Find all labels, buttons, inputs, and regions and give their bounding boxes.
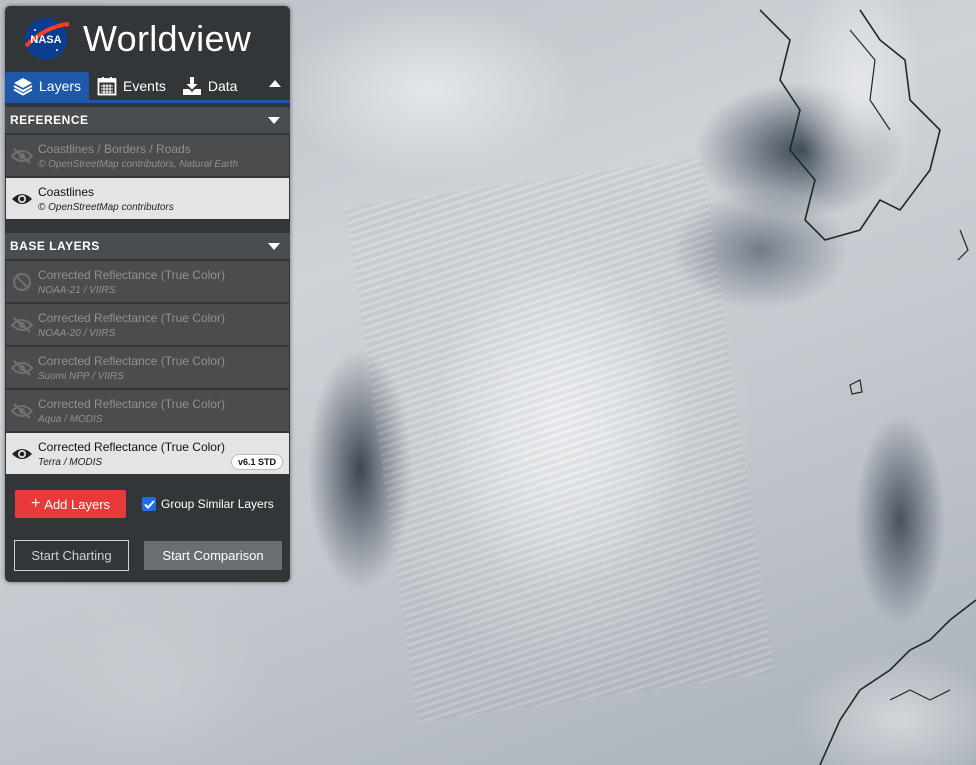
layer-source: © OpenStreetMap contributors (38, 201, 174, 213)
collapse-panel-icon[interactable] (268, 78, 282, 88)
tab-layers-label: Layers (39, 78, 82, 94)
layer-name: Corrected Reflectance (True Color) (38, 310, 225, 325)
layer-name: Corrected Reflectance (True Color) (38, 353, 225, 368)
nasa-logo-icon[interactable]: NASA (21, 16, 71, 62)
layer-name: Corrected Reflectance (True Color) (38, 267, 225, 282)
checkmark-icon (143, 499, 155, 509)
layer-name: Coastlines (38, 184, 95, 199)
layer-name: Corrected Reflectance (True Color) (38, 439, 225, 454)
eye-slash-icon[interactable] (11, 147, 33, 164)
tab-data[interactable]: Data (174, 72, 246, 100)
start-comparison-button[interactable]: Start Comparison (144, 541, 282, 570)
add-layers-button[interactable]: + Add Layers (15, 490, 126, 518)
section-reference-title: REFERENCE (10, 113, 89, 127)
layer-aqua-modis[interactable]: Corrected Reflectance (True Color) Aqua … (6, 390, 289, 431)
layer-noaa21-viirs[interactable]: Corrected Reflectance (True Color) NOAA-… (6, 261, 289, 302)
section-base-title: BASE LAYERS (10, 239, 100, 253)
chevron-down-icon (268, 243, 280, 250)
layer-noaa20-viirs[interactable]: Corrected Reflectance (True Color) NOAA-… (6, 304, 289, 345)
version-badge: v6.1 STD (230, 454, 283, 470)
group-similar-label: Group Similar Layers (161, 497, 274, 511)
download-icon (182, 77, 201, 95)
start-charting-button[interactable]: Start Charting (14, 540, 129, 571)
calendar-icon (97, 77, 117, 96)
layer-coastlines-borders-roads[interactable]: Coastlines / Borders / Roads © OpenStree… (6, 135, 289, 176)
tab-layers[interactable]: Layers (5, 72, 90, 100)
svg-text:NASA: NASA (30, 34, 61, 46)
tab-data-label: Data (207, 78, 238, 94)
layers-icon (13, 78, 33, 96)
layer-source: NOAA-20 / VIIRS (38, 327, 116, 339)
app-header: NASA Worldview (5, 6, 290, 72)
eye-slash-icon[interactable] (11, 359, 33, 376)
layer-name: Corrected Reflectance (True Color) (38, 396, 225, 411)
group-similar-checkbox[interactable] (142, 497, 156, 511)
eye-slash-icon[interactable] (11, 402, 33, 419)
layer-terra-modis[interactable]: Corrected Reflectance (True Color) Terra… (6, 433, 289, 474)
group-similar-layers-toggle[interactable]: Group Similar Layers (142, 497, 274, 511)
layer-source: © OpenStreetMap contributors, Natural Ea… (38, 158, 239, 170)
chevron-down-icon (268, 117, 280, 124)
layer-source: Aqua / MODIS (38, 413, 103, 425)
layer-suomi-npp-viirs[interactable]: Corrected Reflectance (True Color) Suomi… (6, 347, 289, 388)
tab-events-label: Events (123, 78, 166, 94)
section-reference[interactable]: REFERENCE (5, 107, 290, 133)
panel-footer: Start Charting Start Comparison (5, 518, 290, 571)
eye-icon[interactable] (11, 446, 33, 462)
tab-bar: Layers Events Data (5, 72, 290, 103)
tab-events[interactable]: Events (89, 72, 174, 100)
layer-source: NOAA-21 / VIIRS (38, 284, 116, 296)
eye-icon[interactable] (11, 191, 33, 207)
layer-source: Terra / MODIS (38, 456, 103, 468)
unavailable-icon[interactable] (12, 272, 32, 292)
eye-slash-icon[interactable] (11, 316, 33, 333)
add-layers-label: Add Layers (44, 496, 111, 512)
section-base-layers[interactable]: BASE LAYERS (5, 233, 290, 259)
layer-coastlines[interactable]: Coastlines © OpenStreetMap contributors (6, 178, 289, 219)
sidebar-panel: NASA Worldview Layers Events Data REFERE… (5, 6, 290, 582)
app-title: Worldview (83, 18, 252, 59)
layer-name: Coastlines / Borders / Roads (38, 141, 191, 156)
plus-icon: + (30, 495, 41, 512)
layer-source: Suomi NPP / VIIRS (38, 370, 124, 382)
layer-actions: + Add Layers Group Similar Layers (5, 476, 290, 518)
